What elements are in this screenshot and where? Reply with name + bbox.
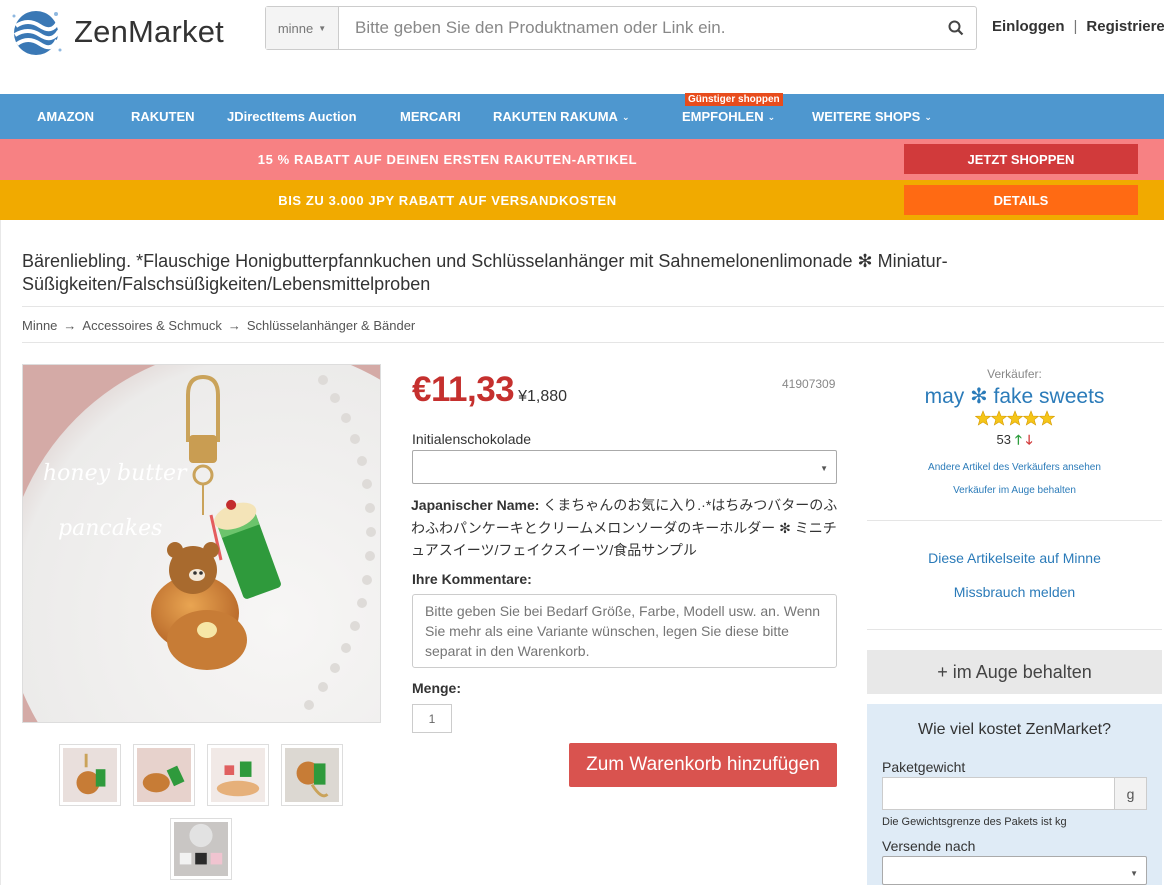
option-select[interactable]: ▼: [412, 450, 837, 484]
product-photo-illustration: honey butter pancakes: [23, 365, 380, 722]
chevron-down-icon: ⌄: [767, 112, 776, 122]
cost-calculator: Wie viel kostet ZenMarket? Paketgewicht …: [867, 704, 1162, 885]
quantity-label: Menge:: [412, 680, 461, 696]
seller-caption: Verkäufer:: [987, 367, 1042, 381]
thumbnail-2[interactable]: [133, 744, 195, 806]
add-to-cart-button[interactable]: Zum Warenkorb hinzufügen: [569, 743, 837, 787]
promo-banner-rakuten: 15 % RABATT AUF DEINEN ERSTEN RAKUTEN-AR…: [0, 139, 1164, 180]
thumbs-down-arrow-icon: 🡓: [1025, 432, 1033, 447]
weight-unit: g: [1114, 777, 1147, 810]
search-scope-label: minne: [277, 20, 314, 36]
caret-down-icon: ▼: [1130, 869, 1138, 878]
shop-nav: AMAZON RAKUTEN JDirectItems Auction MERC…: [0, 94, 1164, 139]
price-jpy: ¥1,880: [518, 388, 568, 405]
thumbnail-image: [174, 822, 228, 876]
ship-to-label: Versende nach: [882, 838, 976, 854]
nav-badge: Günstiger shoppen: [685, 93, 783, 106]
thumbnail-1[interactable]: [59, 744, 121, 806]
nav-mercari[interactable]: MERCARI: [400, 109, 461, 124]
seller-name[interactable]: may ✻ fake sweets: [867, 384, 1162, 409]
thumbnail-image: [285, 748, 339, 802]
logo-globe-icon: [12, 11, 62, 55]
arrow-right-icon: →: [227, 318, 241, 333]
thumbnail-image: [137, 748, 191, 802]
promo-banner-shipping: BIS ZU 3.000 JPY RABATT AUF VERSANDKOSTE…: [0, 180, 1164, 220]
promo-text: BIS ZU 3.000 JPY RABATT AUF VERSANDKOSTE…: [278, 193, 617, 208]
breadcrumb: Minne → Accessoires & Schmuck → Schlüsselanh…: [22, 318, 415, 333]
search-icon: [948, 20, 964, 36]
seller-rating: 53 🡑 🡓: [867, 431, 1162, 453]
other-seller-items-link[interactable]: Andere Artikel des Verkäufers ansehen: [867, 462, 1162, 473]
nav-jdirectitems[interactable]: JDirectItems Auction: [227, 109, 357, 124]
nav-amazon[interactable]: AMAZON: [37, 109, 94, 124]
breadcrumb-item[interactable]: Accessoires & Schmuck: [82, 318, 221, 333]
comments-label: Ihre Kommentare:: [412, 571, 532, 587]
chevron-down-icon: ⌄: [621, 112, 630, 122]
thumbnail-4[interactable]: [281, 744, 343, 806]
seller-rating-stars: [867, 410, 1162, 428]
breadcrumb-item[interactable]: Schlüsselanhänger & Bänder: [247, 318, 415, 333]
search-scope-dropdown[interactable]: minne ▼: [266, 7, 339, 49]
details-button[interactable]: DETAILS: [904, 185, 1138, 215]
thumbnail-3[interactable]: [207, 744, 269, 806]
shop-now-button[interactable]: JETZT SHOPPEN: [904, 144, 1138, 174]
thumbnail-image: [211, 748, 265, 802]
caret-down-icon: ▼: [318, 23, 327, 33]
price-block: €11,33 ¥1,880: [412, 370, 567, 410]
rating-count: 53: [996, 432, 1011, 447]
divider: [0, 220, 1, 885]
divider: [22, 342, 1164, 343]
register-link[interactable]: Registriere: [1086, 18, 1164, 35]
report-abuse-link[interactable]: Missbrauch melden: [867, 584, 1162, 600]
site-header: ZenMarket minne ▼ Einloggen | Registriere: [0, 0, 1164, 94]
brand-name: ZenMarket: [74, 14, 224, 49]
product-main-image[interactable]: honey butter pancakes: [22, 364, 381, 723]
nav-more-shops[interactable]: WEITERE SHOPS ⌄: [812, 109, 932, 124]
promo-text: 15 % RABATT AUF DEINEN ERSTEN RAKUTEN-AR…: [257, 152, 638, 167]
thumbnail-image: [63, 748, 117, 802]
thumbnail-5[interactable]: [170, 818, 232, 880]
divider: [22, 306, 1164, 307]
login-link[interactable]: Einloggen: [992, 18, 1065, 35]
caret-down-icon: ▼: [820, 464, 828, 473]
nav-rakuten[interactable]: RAKUTEN: [131, 109, 195, 124]
thumbs-up-arrow-icon: 🡑: [1014, 432, 1022, 447]
watch-item-button[interactable]: + im Auge behalten: [867, 650, 1162, 694]
product-title: Bärenliebling. *Flauschige Honigbutterpf…: [22, 251, 948, 294]
seller-panel: Verkäufer: may ✻ fake sweets 53 🡑 🡓 Andere…: [867, 364, 1162, 496]
item-page-link[interactable]: Diese Artikelseite auf Minne: [867, 550, 1162, 566]
ship-to-select[interactable]: ▼: [882, 856, 1147, 885]
photo-caption-line2: pancakes: [58, 516, 162, 541]
item-id: 41907309: [782, 377, 836, 391]
divider: [867, 520, 1162, 521]
search-input[interactable]: [339, 7, 936, 49]
photo-caption-line1: honey butter: [43, 461, 188, 486]
weight-label: Paketgewicht: [882, 759, 966, 775]
search-button[interactable]: [936, 7, 976, 49]
nav-rakuma[interactable]: RAKUTEN RAKUMA ⌄: [493, 109, 629, 124]
star-icons: [974, 410, 1055, 426]
search-bar: minne ▼: [265, 6, 977, 50]
chevron-down-icon: ⌄: [924, 112, 932, 122]
japanese-name: Japanischer Name: くまちゃんのお気に入り.·*はちみつバターの…: [411, 494, 839, 562]
quantity-input[interactable]: [412, 704, 452, 733]
weight-input[interactable]: [882, 777, 1115, 810]
comments-textarea[interactable]: [412, 594, 837, 668]
zenmarket-logo[interactable]: ZenMarket: [8, 4, 224, 60]
weight-limit-note: Die Gewichtsgrenze des Pakets ist kg: [882, 816, 1067, 828]
arrow-right-icon: →: [63, 318, 77, 333]
divider: [867, 629, 1162, 630]
auth-links: Einloggen | Registriere: [992, 18, 1164, 35]
breadcrumb-item[interactable]: Minne: [22, 318, 57, 333]
nav-rakuma-label: RAKUTEN RAKUMA: [493, 109, 618, 124]
nav-recommended[interactable]: EMPFOHLEN ⌄: [682, 109, 775, 124]
nav-recommended-label: EMPFOHLEN: [682, 109, 764, 124]
japanese-name-label: Japanischer Name:: [411, 497, 540, 513]
watch-seller-link[interactable]: Verkäufer im Auge behalten: [867, 485, 1162, 496]
auth-separator: |: [1073, 18, 1078, 35]
calculator-title: Wie viel kostet ZenMarket?: [918, 721, 1111, 738]
option-label: Initialenschokolade: [412, 431, 532, 447]
nav-more-shops-label: WEITERE SHOPS: [812, 109, 921, 124]
price-eur: €11,33: [412, 370, 515, 409]
